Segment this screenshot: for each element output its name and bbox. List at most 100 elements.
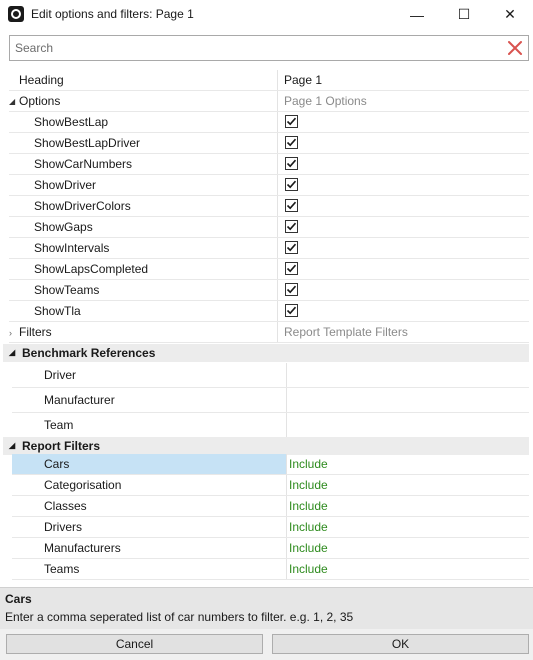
report-filters-group-label: Report Filters	[22, 439, 101, 453]
benchmark-group-label: Benchmark References	[22, 346, 156, 360]
checkbox[interactable]	[285, 241, 298, 254]
checkbox[interactable]	[285, 199, 298, 212]
checkbox[interactable]	[285, 136, 298, 149]
maximize-button[interactable]: ☐	[441, 0, 487, 29]
checkbox[interactable]	[285, 115, 298, 128]
option-value-cell	[277, 301, 529, 321]
heading-label: Heading	[19, 73, 64, 87]
option-value-cell	[277, 217, 529, 237]
option-value-cell	[277, 280, 529, 300]
option-label: ShowTeams	[34, 283, 100, 297]
report-filter-label: Drivers	[44, 520, 82, 534]
report-filter-value[interactable]: Include	[286, 496, 529, 516]
option-label: ShowBestLap	[34, 115, 109, 129]
report-filter-row[interactable]: Classes Include	[12, 496, 529, 517]
benchmark-label: Driver	[44, 368, 76, 382]
benchmark-row[interactable]: Manufacturer	[12, 388, 529, 413]
filters-label: Filters	[19, 325, 52, 339]
option-row: ShowTeams	[9, 280, 529, 301]
option-label: ShowGaps	[34, 220, 93, 234]
dialog-footer: Cancel OK	[0, 629, 533, 660]
report-filter-value[interactable]: Include	[286, 559, 529, 579]
options-label: Options	[19, 94, 61, 108]
option-value-cell	[277, 196, 529, 216]
benchmark-group-header[interactable]: ◢ Benchmark References	[3, 344, 529, 362]
option-row: ShowCarNumbers	[9, 154, 529, 175]
options-value: Page 1 Options	[277, 91, 529, 111]
option-label: ShowDriver	[34, 178, 97, 192]
property-grid: Heading Page 1 ◢ Options Page 1 Options S…	[9, 70, 529, 343]
report-filter-label: Cars	[12, 454, 286, 474]
benchmark-label: Manufacturer	[44, 393, 115, 407]
benchmark-value[interactable]	[286, 363, 529, 387]
description-text: Enter a comma seperated list of car numb…	[5, 610, 354, 624]
window-title: Edit options and filters: Page 1	[31, 7, 194, 21]
report-filter-label: Categorisation	[44, 478, 122, 492]
option-value-cell	[277, 112, 529, 132]
option-label: ShowBestLapDriver	[34, 136, 141, 150]
collapse-caret-icon[interactable]: ◢	[9, 92, 19, 111]
checkbox[interactable]	[285, 283, 298, 296]
expand-caret-icon[interactable]: ›	[9, 323, 19, 342]
option-label: ShowDriverColors	[34, 199, 131, 213]
report-filter-row[interactable]: Cars Include	[12, 454, 529, 475]
checkbox[interactable]	[285, 220, 298, 233]
option-row: ShowBestLapDriver	[9, 133, 529, 154]
report-filter-row[interactable]: Teams Include	[12, 559, 529, 580]
benchmark-label: Team	[44, 418, 74, 432]
option-value-cell	[277, 238, 529, 258]
cancel-button[interactable]: Cancel	[6, 634, 263, 654]
search-box	[9, 35, 529, 61]
report-filter-row[interactable]: Manufacturers Include	[12, 538, 529, 559]
checkbox[interactable]	[285, 157, 298, 170]
checkbox[interactable]	[285, 178, 298, 191]
option-label: ShowLapsCompleted	[34, 262, 149, 276]
benchmark-value[interactable]	[286, 413, 529, 437]
clear-search-icon[interactable]	[506, 39, 524, 57]
title-bar: Edit options and filters: Page 1 — ☐ ✕	[0, 0, 533, 29]
report-filter-label: Manufacturers	[44, 541, 121, 555]
option-value-cell	[277, 133, 529, 153]
ok-button[interactable]: OK	[272, 634, 529, 654]
option-label: ShowTla	[34, 304, 81, 318]
report-filter-label: Teams	[44, 562, 80, 576]
option-value-cell	[277, 175, 529, 195]
report-filter-row[interactable]: Categorisation Include	[12, 475, 529, 496]
option-row: ShowLapsCompleted	[9, 259, 529, 280]
report-filter-label: Classes	[44, 499, 87, 513]
checkbox[interactable]	[285, 304, 298, 317]
filters-category-row[interactable]: › Filters Report Template Filters	[9, 322, 529, 343]
option-row: ShowBestLap	[9, 112, 529, 133]
report-filter-value[interactable]: Include	[286, 454, 529, 474]
collapse-caret-icon[interactable]: ◢	[9, 344, 15, 362]
filters-value: Report Template Filters	[277, 322, 529, 342]
description-title: Cars	[5, 592, 32, 606]
option-row: ShowDriverColors	[9, 196, 529, 217]
report-filter-value[interactable]: Include	[286, 538, 529, 558]
minimize-button[interactable]: —	[394, 0, 440, 29]
close-button[interactable]: ✕	[487, 0, 533, 29]
app-icon	[8, 6, 24, 22]
option-value-cell	[277, 259, 529, 279]
heading-row: Heading Page 1	[9, 70, 529, 91]
option-row: ShowTla	[9, 301, 529, 322]
report-filter-value[interactable]: Include	[286, 517, 529, 537]
collapse-caret-icon[interactable]: ◢	[9, 437, 15, 455]
report-filter-value[interactable]: Include	[286, 475, 529, 495]
benchmark-row[interactable]: Driver	[12, 363, 529, 388]
heading-value[interactable]: Page 1	[277, 70, 529, 90]
options-category-row[interactable]: ◢ Options Page 1 Options	[9, 91, 529, 112]
option-row: ShowIntervals	[9, 238, 529, 259]
option-value-cell	[277, 154, 529, 174]
option-label: ShowCarNumbers	[34, 157, 133, 171]
benchmark-value[interactable]	[286, 388, 529, 412]
option-row: ShowDriver	[9, 175, 529, 196]
report-filters-group-header[interactable]: ◢ Report Filters	[3, 437, 529, 455]
description-panel: Cars Enter a comma seperated list of car…	[0, 587, 533, 629]
benchmark-row[interactable]: Team	[12, 413, 529, 438]
search-input[interactable]	[10, 36, 500, 60]
report-filter-row[interactable]: Drivers Include	[12, 517, 529, 538]
option-label: ShowIntervals	[34, 241, 110, 255]
checkbox[interactable]	[285, 262, 298, 275]
option-row: ShowGaps	[9, 217, 529, 238]
